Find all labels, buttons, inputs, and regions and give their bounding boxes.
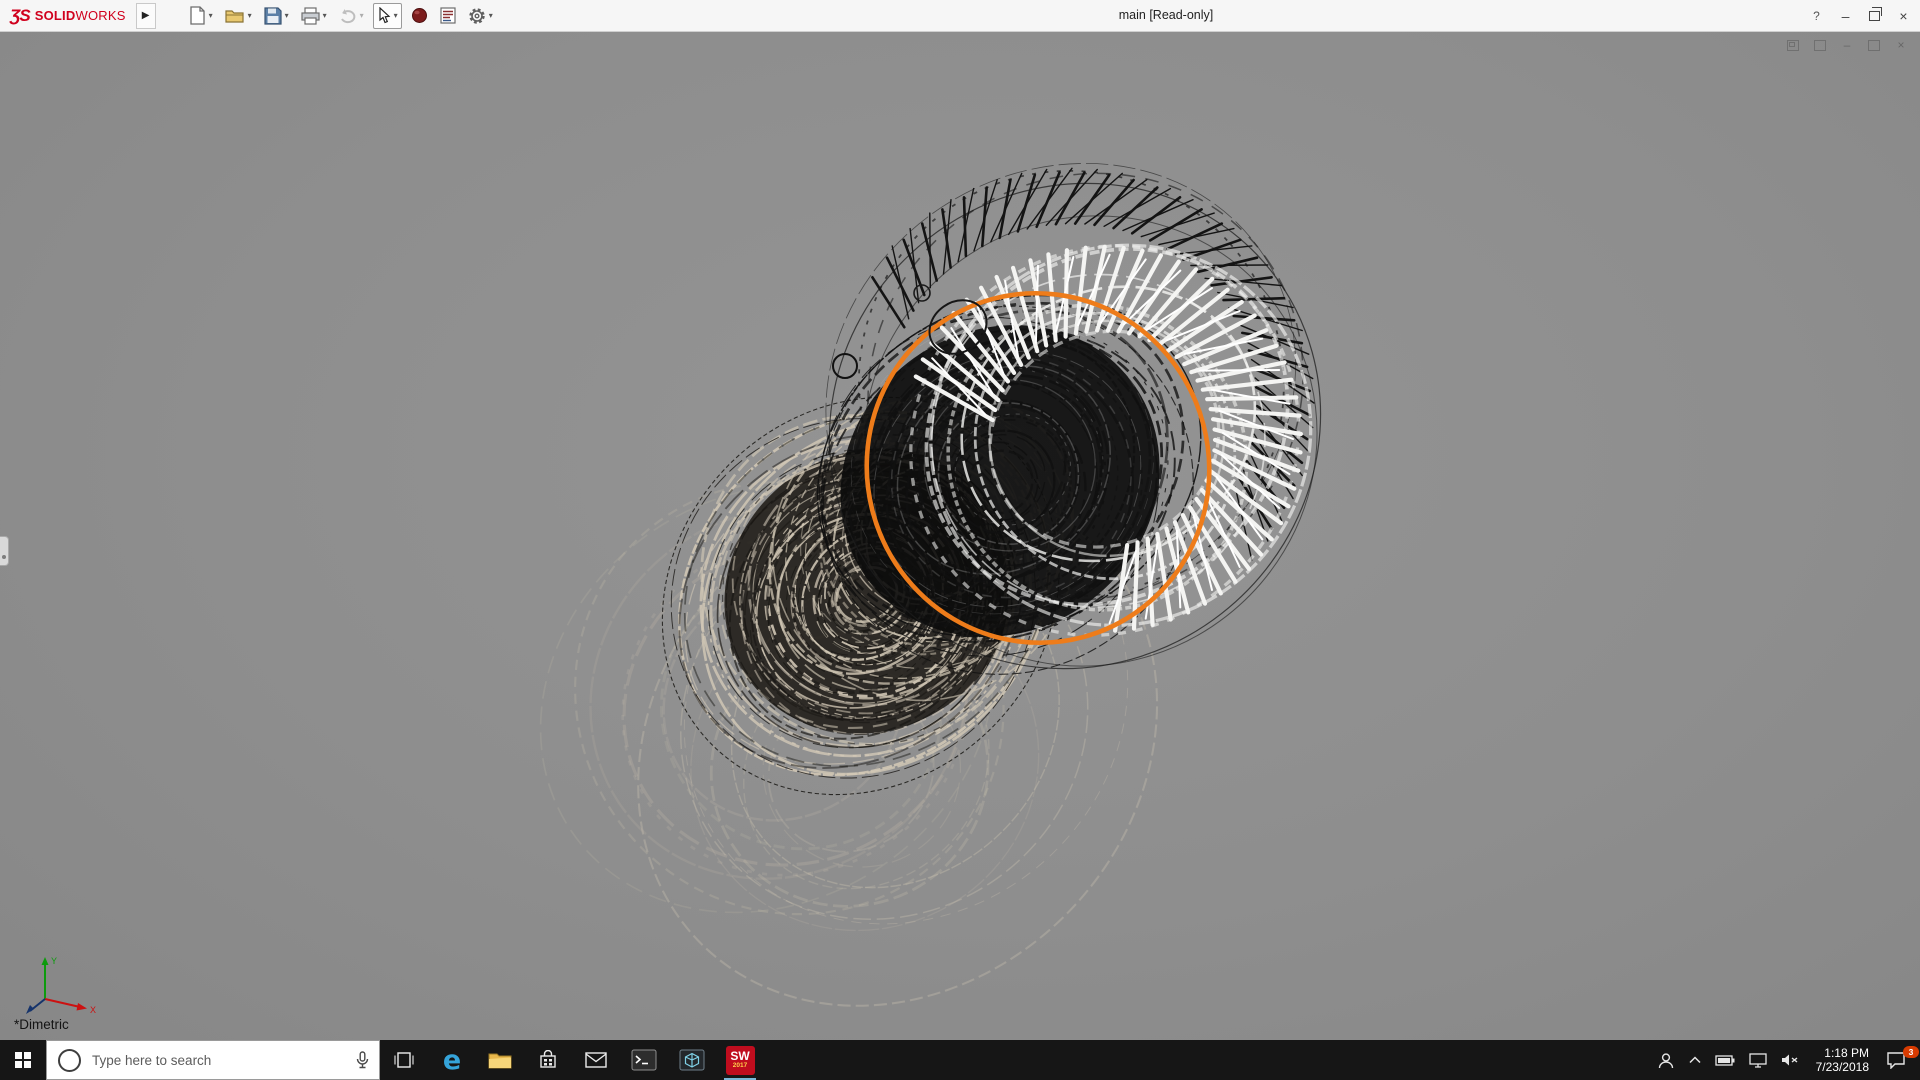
solidworks-2017-icon: SW 2017 [725,1045,755,1075]
print-button[interactable]: ▾ [298,3,330,29]
command-prompt-button[interactable] [620,1040,668,1080]
triad-y-label: Y [51,956,57,966]
settings-gear-icon [468,7,485,24]
titlebar: ƷS SOLIDWORKS ▶ ▾ ▾ ▾ ▾ ▾ ▾ ▾ main [Read… [0,0,1920,32]
people-icon [1658,1052,1673,1068]
quick-access-toolbar: ▾ ▾ ▾ ▾ ▾ ▾ ▾ [186,2,496,29]
mail-button[interactable] [572,1040,620,1080]
select-caret-icon: ▾ [393,10,398,20]
options-button[interactable]: ▾ [465,3,496,29]
task-view-button[interactable] [380,1040,428,1080]
store-icon [540,1050,556,1068]
command-prompt-icon [631,1049,657,1071]
model-viewer-icon [679,1049,705,1071]
hidden-icons-button[interactable] [1682,1040,1708,1080]
edge-button[interactable]: e [428,1040,476,1080]
doc-restore-icon [1868,39,1880,51]
brand-text-solid: SOLID [34,7,76,23]
doc-split-button[interactable] [1811,37,1829,53]
document-window-controls: – × [1784,37,1910,53]
doc-pane-button[interactable] [1784,37,1802,53]
people-button[interactable] [1650,1040,1682,1080]
orientation-triad: Y X [26,956,96,1015]
print-icon [301,6,320,25]
microphone-icon[interactable] [356,1051,369,1069]
doc-split-icon [1814,39,1826,51]
action-center-button[interactable]: 3 [1879,1040,1920,1080]
taskbar: e SW 2017 [0,1040,1920,1080]
help-button[interactable]: ? [1802,0,1831,31]
windows-logo-icon [15,1052,31,1068]
task-view-icon [394,1052,414,1068]
taskbar-app-icons: e SW 2017 [380,1040,764,1080]
flyout-arrow-icon: ▶ [141,10,150,21]
restore-button[interactable] [1860,0,1889,31]
cortana-icon [58,1048,81,1072]
options-caret-icon: ▾ [488,10,493,20]
chevron-up-icon [1689,1056,1701,1064]
undo-button[interactable]: ▾ [336,3,367,29]
save-button[interactable]: ▾ [261,3,292,29]
display-icon [1748,1052,1767,1068]
undo-caret-icon: ▾ [359,10,364,20]
close-button[interactable]: × [1889,0,1918,31]
save-caret-icon: ▾ [284,10,289,20]
print-caret-icon: ▾ [322,10,327,20]
display-pane-icon [440,7,456,24]
select-cursor-icon [379,7,391,24]
open-folder-icon [225,10,244,23]
store-button[interactable] [524,1040,572,1080]
battery-icon [1714,1054,1735,1066]
start-button[interactable] [0,1040,46,1080]
brand-text-works: WORKS [75,7,126,23]
file-explorer-button[interactable] [476,1040,524,1080]
doc-minimize-button[interactable]: – [1838,37,1856,53]
window-title: main [Read-only] [1118,8,1214,22]
clock-date: 7/23/2018 [1815,1060,1869,1074]
edge-icon: e [442,1044,462,1076]
engine-wireframe-model [539,162,1322,1007]
new-document-caret-icon: ▾ [208,10,213,20]
doc-close-button[interactable]: × [1892,37,1910,53]
graphics-viewport[interactable]: – × Y X *Dimetric [0,31,1920,1040]
clock[interactable]: 1:18 PM 7/23/2018 [1806,1040,1879,1080]
appearance-button[interactable] [408,3,431,29]
volume-muted-icon [1781,1054,1798,1066]
undo-icon [340,8,355,23]
triad-x-label: X [90,1005,96,1015]
minimize-button[interactable]: – [1831,0,1860,31]
display-button[interactable] [1742,1040,1774,1080]
feature-pane-collapse-tab[interactable] [0,536,9,566]
save-floppy-icon [264,6,282,25]
open-caret-icon: ▾ [247,10,252,20]
system-tray: 1:18 PM 7/23/2018 3 [1650,1040,1920,1080]
doc-pane-icon [1787,39,1799,51]
open-button[interactable]: ▾ [222,3,255,29]
file-explorer-icon [488,1053,512,1068]
solidworks-taskbar-button[interactable]: SW 2017 [716,1040,764,1080]
view-orientation-label: *Dimetric [14,1017,69,1032]
window-controls: ? – × [1802,0,1918,31]
appearance-sphere-icon [411,8,427,23]
mail-icon [585,1052,607,1068]
solidworks-logo-mark: ƷS [10,5,31,25]
volume-button[interactable] [1774,1040,1806,1080]
clock-time: 1:18 PM [1824,1046,1869,1060]
menu-flyout-arrow[interactable]: ▶ [135,2,156,29]
screen: ƷS SOLIDWORKS ▶ ▾ ▾ ▾ ▾ ▾ ▾ ▾ main [Read… [0,0,1920,1080]
search-input[interactable] [90,1051,346,1069]
select-tool-button[interactable]: ▾ [372,2,402,29]
solidworks-logo: ƷS SOLIDWORKS [0,6,136,26]
doc-restore-button[interactable] [1865,37,1883,53]
model-viewer-button[interactable] [668,1040,716,1080]
battery-button[interactable] [1708,1040,1742,1080]
restore-icon [1869,6,1882,21]
display-pane-button[interactable] [437,3,459,29]
new-document-button[interactable]: ▾ [186,3,216,29]
taskbar-search[interactable] [46,1040,380,1080]
notification-badge: 3 [1903,1046,1919,1058]
new-document-icon [189,6,205,25]
